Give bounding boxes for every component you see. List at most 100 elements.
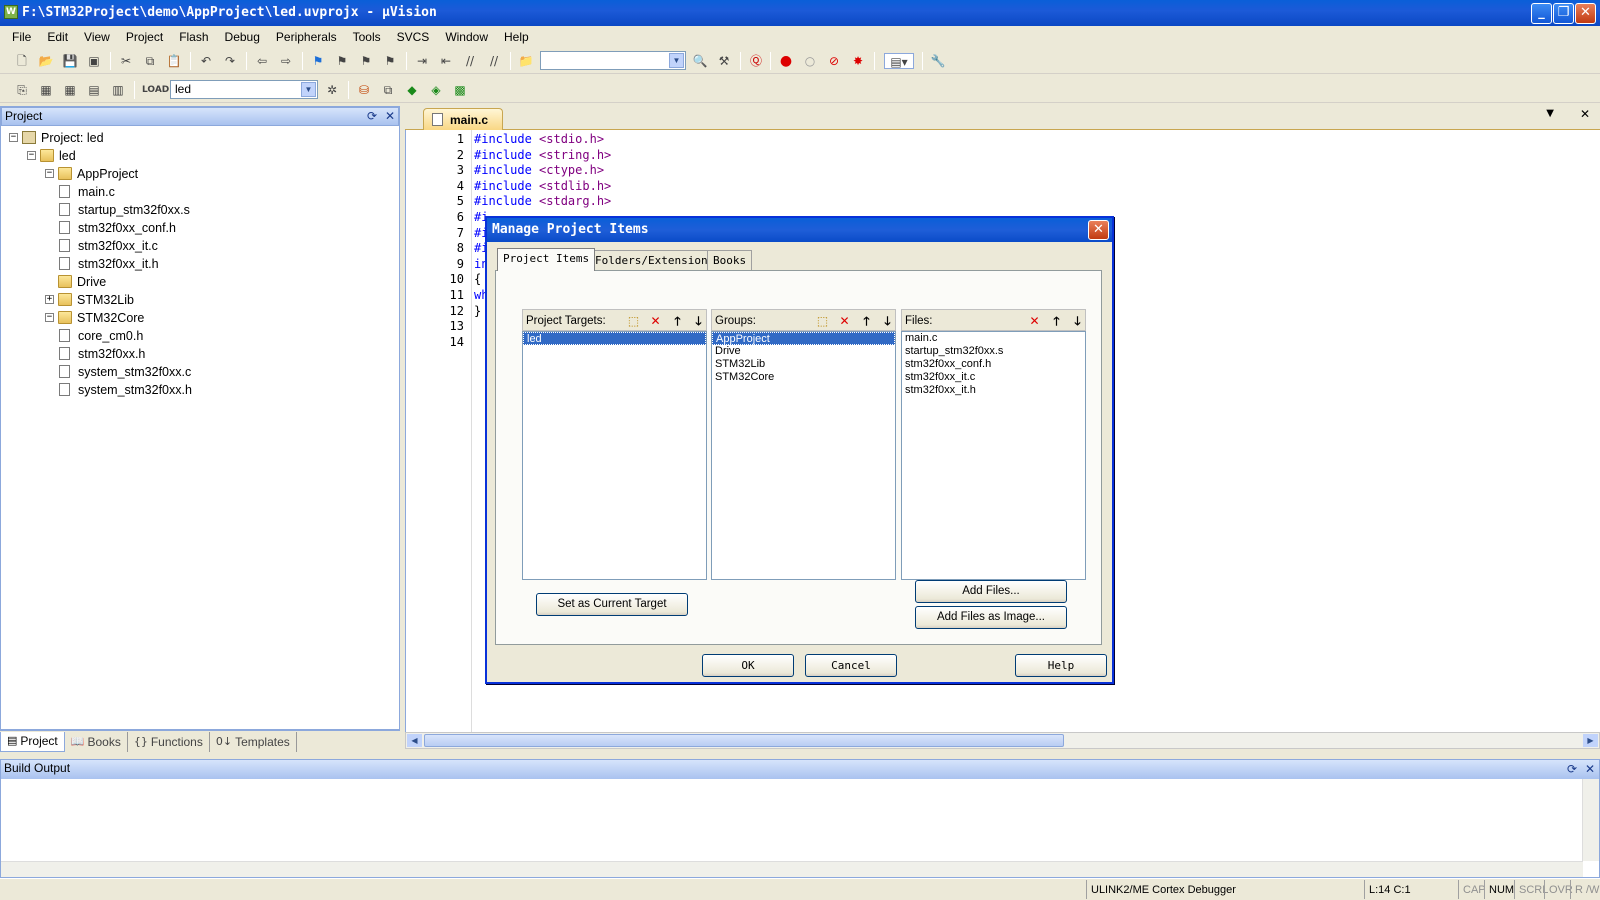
menu-flash[interactable]: Flash bbox=[171, 26, 216, 48]
tab-project-items[interactable]: Project Items bbox=[497, 248, 596, 271]
tree-node[interactable]: − STM32Core bbox=[1, 309, 391, 327]
files-list[interactable]: main.c startup_stm32f0xx.s stm32f0xx_conf.… bbox=[901, 331, 1086, 580]
tree-node[interactable]: core_cm0.h bbox=[1, 327, 391, 345]
menu-svcs[interactable]: SVCS bbox=[389, 26, 438, 48]
files-list-item[interactable]: stm32f0xx_it.h bbox=[902, 384, 1085, 397]
menu-file[interactable]: File bbox=[4, 26, 39, 48]
move-target-down-icon[interactable]: 🡓 bbox=[690, 313, 707, 329]
tab-templates[interactable]: 0↓ Templates bbox=[210, 731, 297, 752]
move-target-up-icon[interactable]: 🡑 bbox=[669, 313, 686, 329]
chevron-down-icon[interactable]: ▼ bbox=[301, 82, 316, 97]
software-packs-icon[interactable]: ▩ bbox=[452, 82, 468, 98]
nav-forward-icon[interactable]: ⇨ bbox=[278, 53, 294, 69]
save-all-icon[interactable]: ▣ bbox=[86, 53, 102, 69]
tab-project[interactable]: ▤ Project bbox=[0, 731, 65, 752]
build-output-text[interactable] bbox=[1, 779, 1583, 861]
build-output-horizontal-scrollbar[interactable] bbox=[1, 861, 1583, 877]
move-file-up-icon[interactable]: 🡑 bbox=[1048, 313, 1065, 329]
new-group-icon[interactable]: ⬚ bbox=[814, 313, 831, 329]
tree-node[interactable]: main.c bbox=[1, 183, 391, 201]
collapse-icon[interactable]: − bbox=[45, 313, 54, 322]
groups-list-item[interactable]: Drive bbox=[712, 345, 895, 358]
tab-folders-extensions[interactable]: Folders/Extensions bbox=[589, 250, 721, 270]
indent-icon[interactable]: ⇥ bbox=[414, 53, 430, 69]
find-in-files-icon[interactable]: 📁 bbox=[518, 53, 534, 69]
collapse-icon[interactable]: − bbox=[27, 151, 36, 160]
dialog-close-button[interactable]: ✕ bbox=[1088, 220, 1109, 240]
next-bookmark-icon[interactable]: ⚑ bbox=[358, 53, 374, 69]
tree-node[interactable]: system_stm32f0xx.c bbox=[1, 363, 391, 381]
tree-node[interactable]: − AppProject bbox=[1, 165, 391, 183]
menu-project[interactable]: Project bbox=[118, 26, 171, 48]
batch-build-icon[interactable]: ▤ bbox=[86, 82, 102, 98]
build-output-vertical-scrollbar[interactable] bbox=[1582, 779, 1599, 861]
kill-all-breakpoints-icon[interactable]: ✸ bbox=[850, 53, 866, 69]
prev-bookmark-icon[interactable]: ⚑ bbox=[334, 53, 350, 69]
groups-list-item[interactable]: STM32Core bbox=[712, 371, 895, 384]
groups-list[interactable]: AppProject Drive STM32Lib STM32Core bbox=[711, 331, 896, 580]
disable-breakpoint-icon[interactable]: ○ bbox=[802, 53, 818, 69]
run-time-environment-icon[interactable]: ◈ bbox=[428, 82, 444, 98]
tab-functions[interactable]: {} Functions bbox=[128, 731, 210, 752]
help-button[interactable]: Help bbox=[1015, 654, 1107, 677]
chevron-down-icon[interactable]: ▼ bbox=[669, 53, 684, 68]
new-target-icon[interactable]: ⬚ bbox=[625, 313, 642, 329]
tab-list-icon[interactable]: ▼ bbox=[1546, 108, 1554, 119]
menu-debug[interactable]: Debug bbox=[217, 26, 268, 48]
pin-icon[interactable]: ⟳ bbox=[1567, 761, 1577, 778]
incremental-find-icon[interactable]: ⚒ bbox=[716, 53, 732, 69]
window-layout-icon[interactable]: ▤▾ bbox=[884, 53, 914, 69]
groups-list-item[interactable]: AppProject bbox=[712, 332, 895, 345]
clear-bookmarks-icon[interactable]: ⚑ bbox=[382, 53, 398, 69]
manage-project-items-icon[interactable]: ⛁ bbox=[356, 82, 372, 98]
scroll-right-icon[interactable]: ▶ bbox=[1583, 734, 1598, 747]
menu-tools[interactable]: Tools bbox=[345, 26, 389, 48]
load-download-icon[interactable]: LOAD bbox=[142, 82, 169, 98]
tree-node[interactable]: stm32f0xx.h bbox=[1, 345, 391, 363]
tab-books[interactable]: 📖 Books bbox=[65, 731, 128, 752]
paste-icon[interactable]: 📋 bbox=[166, 53, 182, 69]
rebuild-icon[interactable]: ▦ bbox=[62, 82, 78, 98]
collapse-icon[interactable]: − bbox=[45, 169, 54, 178]
close-window-button[interactable]: ✕ bbox=[1575, 3, 1596, 24]
tree-node[interactable]: system_stm32f0xx.h bbox=[1, 381, 391, 399]
comment-icon[interactable]: // bbox=[462, 53, 478, 69]
move-group-up-icon[interactable]: 🡑 bbox=[858, 313, 875, 329]
editor-horizontal-scrollbar[interactable]: ◀ ▶ bbox=[405, 732, 1600, 749]
menu-help[interactable]: Help bbox=[496, 26, 537, 48]
scroll-thumb[interactable] bbox=[424, 734, 1064, 747]
cancel-button[interactable]: Cancel bbox=[805, 654, 897, 677]
files-list-item[interactable]: startup_stm32f0xx.s bbox=[902, 345, 1085, 358]
find-combo[interactable]: ▼ bbox=[540, 51, 686, 70]
find-icon[interactable]: 🔍 bbox=[692, 53, 708, 69]
close-icon[interactable]: ✕ bbox=[1585, 761, 1595, 778]
set-current-target-button[interactable]: Set as Current Target bbox=[536, 593, 688, 616]
tree-node[interactable]: Drive bbox=[1, 273, 391, 291]
unindent-icon[interactable]: ⇤ bbox=[438, 53, 454, 69]
translate-icon[interactable]: ⎘ bbox=[14, 82, 30, 98]
cut-icon[interactable]: ✂ bbox=[118, 53, 134, 69]
redo-icon[interactable]: ↷ bbox=[222, 53, 238, 69]
delete-file-icon[interactable]: ✕ bbox=[1026, 313, 1043, 329]
restore-button[interactable]: ❐ bbox=[1553, 3, 1574, 24]
menu-edit[interactable]: Edit bbox=[39, 26, 76, 48]
select-packs-icon[interactable]: ⧉ bbox=[380, 82, 396, 98]
files-list-item[interactable]: stm32f0xx_conf.h bbox=[902, 358, 1085, 371]
menu-view[interactable]: View bbox=[76, 26, 118, 48]
save-icon[interactable]: 💾 bbox=[62, 53, 78, 69]
copy-icon[interactable]: ⧉ bbox=[142, 53, 158, 69]
tab-main-c[interactable]: main.c bbox=[423, 108, 503, 130]
tree-node[interactable]: stm32f0xx_it.h bbox=[1, 255, 391, 273]
tree-node[interactable]: stm32f0xx_conf.h bbox=[1, 219, 391, 237]
build-icon[interactable]: ▦ bbox=[38, 82, 54, 98]
move-group-down-icon[interactable]: 🡓 bbox=[879, 313, 896, 329]
files-list-item[interactable]: stm32f0xx_it.c bbox=[902, 371, 1085, 384]
delete-group-icon[interactable]: ✕ bbox=[836, 313, 853, 329]
menu-window[interactable]: Window bbox=[437, 26, 496, 48]
tab-books[interactable]: Books bbox=[707, 250, 753, 270]
move-file-down-icon[interactable]: 🡓 bbox=[1069, 313, 1086, 329]
targets-list[interactable]: led bbox=[522, 331, 707, 580]
tree-node[interactable]: − Project: led bbox=[1, 129, 391, 147]
nav-back-icon[interactable]: ⇦ bbox=[254, 53, 270, 69]
uncomment-icon[interactable]: // bbox=[486, 53, 502, 69]
